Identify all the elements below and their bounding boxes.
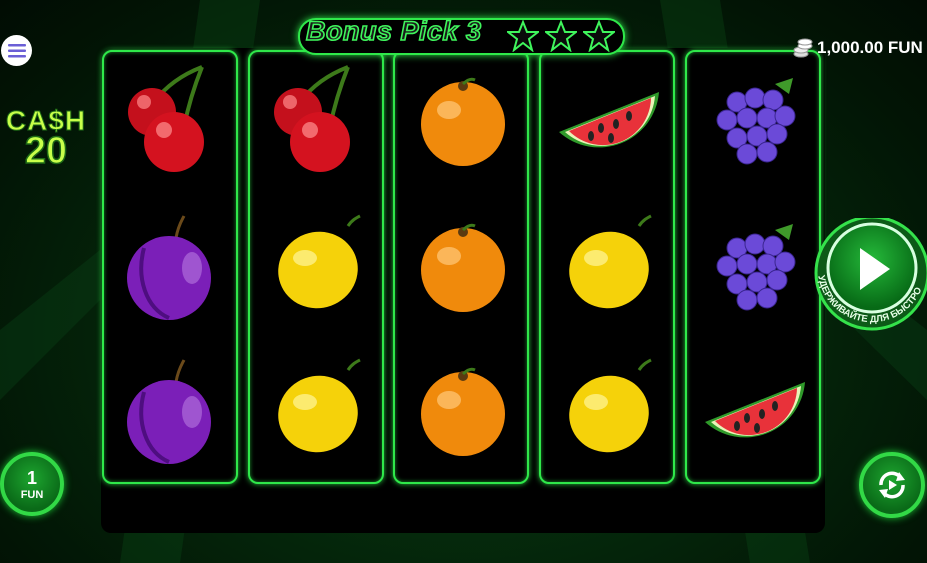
menu-button[interactable] xyxy=(1,35,32,66)
reel-2 xyxy=(248,50,384,484)
cherry-symbol xyxy=(114,62,230,178)
orange-symbol xyxy=(405,62,521,178)
orange-symbol xyxy=(405,352,521,468)
game-title: Bonus Pick 3 xyxy=(305,15,482,47)
star-icon xyxy=(583,20,615,52)
bet-button[interactable]: 1 FUN xyxy=(0,452,64,516)
cherry-symbol xyxy=(260,62,376,178)
reel-4 xyxy=(539,50,675,484)
balance-amount: 1,000.00 FUN xyxy=(817,38,923,57)
bet-unit: FUN xyxy=(20,489,44,501)
watermelon-symbol xyxy=(697,352,813,468)
plum-symbol xyxy=(114,208,230,324)
coins-icon xyxy=(793,38,813,58)
spin-button-graphic: УДЕРЖИВАЙТЕ ДЛЯ БЫСТРОЙ ИГРЫ xyxy=(805,209,927,331)
lemon-symbol xyxy=(260,208,376,324)
orange-symbol xyxy=(405,208,521,324)
reel-5 xyxy=(685,50,821,484)
autoplay-button[interactable] xyxy=(859,452,925,518)
lemon-symbol xyxy=(551,208,667,324)
star-icon xyxy=(545,20,577,52)
watermelon-symbol xyxy=(551,62,667,178)
reel-3 xyxy=(393,50,529,484)
hamburger-icon xyxy=(7,43,26,57)
spin-button[interactable]: УДЕРЖИВАЙТЕ ДЛЯ БЫСТРОЙ ИГРЫ xyxy=(805,209,927,342)
reel-1 xyxy=(102,50,238,484)
balance-display: 1,000.00 FUN xyxy=(793,38,923,58)
lemon-symbol xyxy=(260,352,376,468)
star-icon xyxy=(507,20,539,52)
grapes-symbol xyxy=(697,208,813,324)
lemon-symbol xyxy=(551,352,667,468)
plum-symbol xyxy=(114,352,230,468)
cash-value: 20 xyxy=(24,129,68,173)
autoplay-icon xyxy=(879,471,905,499)
grapes-symbol xyxy=(697,62,813,178)
bet-value: 1 xyxy=(26,468,37,488)
